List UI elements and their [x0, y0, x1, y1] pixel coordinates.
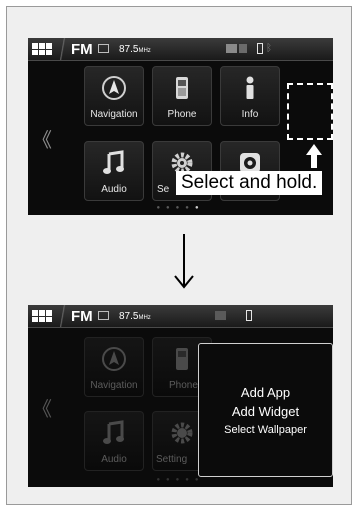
tile-audio[interactable]: Audio — [84, 141, 144, 201]
status-bar: FM 87.5MHz — [28, 305, 333, 328]
up-arrow-shaft — [311, 154, 317, 168]
phone-icon — [176, 348, 188, 370]
battery-icon — [257, 43, 263, 54]
scroll-left-chevron-icon[interactable]: 《 — [32, 124, 52, 153]
signal-icon — [226, 44, 237, 53]
empty-slot-outline[interactable] — [287, 83, 333, 140]
device-icon — [239, 44, 247, 53]
frequency-readout: 87.5MHz — [119, 311, 151, 322]
divider — [58, 305, 68, 327]
tile-label: Navigation — [90, 380, 138, 391]
music-note-icon — [103, 150, 124, 174]
band-label: FM — [71, 308, 93, 325]
tile-label: Navigation — [90, 109, 138, 120]
radio-icon — [98, 311, 109, 320]
home-grid-icon[interactable] — [32, 43, 52, 55]
device-icon — [215, 311, 226, 320]
instruction-callout: Select and hold. — [176, 171, 323, 195]
tile-navigation: Navigation — [84, 337, 144, 397]
tile-label: Audio — [101, 454, 127, 465]
status-bar: FM 87.5MHz ᛒ — [28, 38, 333, 61]
tile-label: Audio — [101, 184, 127, 195]
down-arrow-icon — [174, 234, 194, 289]
compass-icon — [102, 76, 126, 100]
compass-icon — [102, 347, 126, 371]
tile-info[interactable]: Info — [220, 66, 280, 126]
home-screen-bottom: FM 87.5MHz 《 Navigation Phone Audio Sett… — [28, 305, 333, 487]
phone-icon — [176, 77, 188, 99]
scroll-left-chevron-icon[interactable]: 《 — [32, 393, 52, 422]
add-widget-option[interactable]: Add Widget — [199, 404, 332, 419]
tile-phone[interactable]: Phone — [152, 66, 212, 126]
music-note-icon — [103, 420, 124, 444]
customize-menu: Add App Add Widget Select Wallpaper — [198, 343, 333, 477]
tile-navigation[interactable]: Navigation — [84, 66, 144, 126]
radio-icon — [98, 44, 109, 53]
add-app-option[interactable]: Add App — [199, 385, 332, 400]
bluetooth-icon: ᛒ — [266, 43, 272, 54]
divider — [58, 38, 68, 60]
page-indicator: ●●●●● — [156, 477, 205, 483]
page-indicator: ●●●●● — [156, 205, 205, 211]
tile-label: Info — [241, 109, 259, 120]
tile-label: Phone — [167, 109, 197, 120]
battery-icon — [246, 310, 252, 321]
home-screen-top: FM 87.5MHz ᛒ 《 Navigation Phone Info Aud… — [28, 38, 333, 215]
tile-audio: Audio — [84, 411, 144, 471]
home-grid-icon[interactable] — [32, 310, 52, 322]
select-wallpaper-option[interactable]: Select Wallpaper — [199, 424, 332, 436]
frequency-readout: 87.5MHz — [119, 44, 151, 55]
info-icon — [246, 76, 254, 99]
band-label: FM — [71, 41, 93, 58]
gear-icon — [171, 422, 193, 444]
